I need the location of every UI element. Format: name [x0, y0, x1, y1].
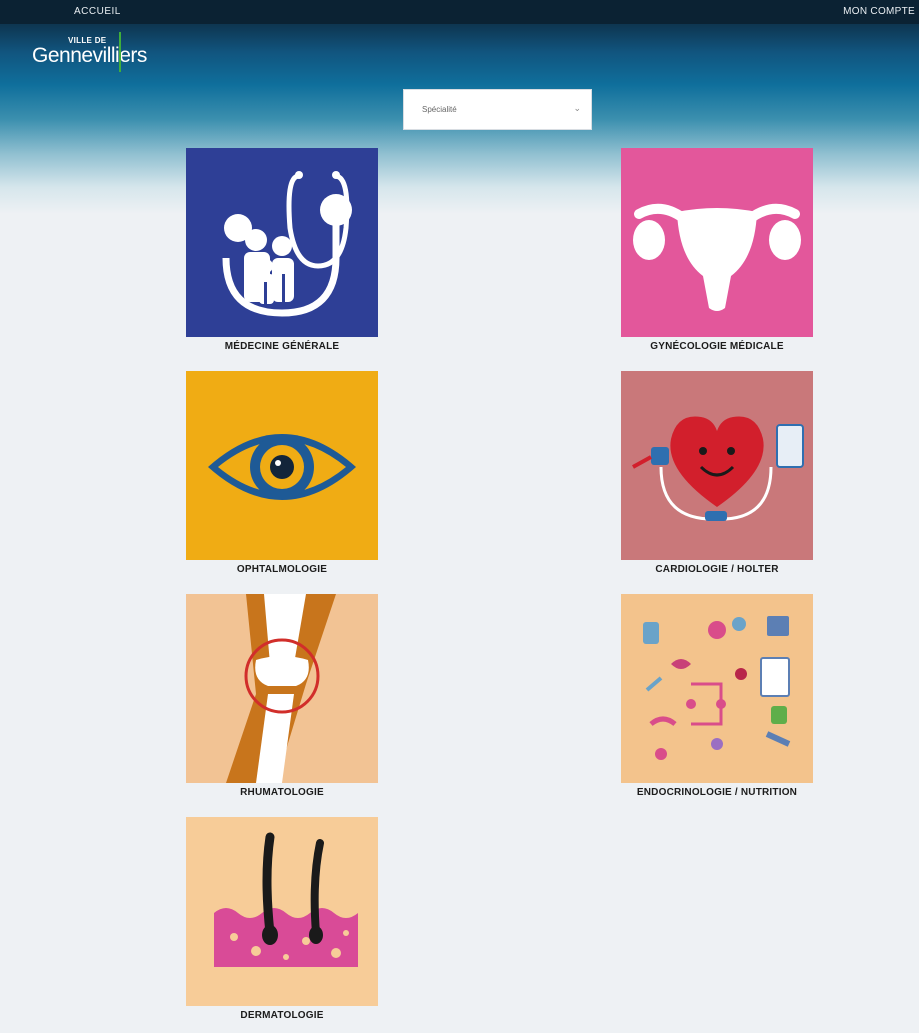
home-link[interactable]: ACCUEIL	[74, 6, 121, 17]
account-link[interactable]: MON COMPTE	[843, 6, 915, 17]
specialty-select[interactable]: Spécialité ⌄	[403, 89, 592, 130]
specialty-label: DERMATOLOGIE	[240, 1010, 324, 1021]
specialty-label: MÉDECINE GÉNÉRALE	[224, 341, 340, 352]
uterus-icon	[621, 148, 813, 337]
specialty-select-value: Spécialité	[422, 105, 457, 114]
chevron-down-icon: ⌄	[573, 103, 581, 113]
specialty-label: ENDOCRINOLOGIE / NUTRITION	[636, 787, 798, 798]
specialty-label: OPHTALMOLOGIE	[236, 564, 328, 575]
skin-hair-icon	[186, 817, 378, 1006]
city-logo[interactable]: VILLE DE Gennevilliers	[32, 30, 162, 78]
specialty-label: GYNÉCOLOGIE MÉDICALE	[650, 341, 784, 352]
top-navigation-bar: ACCUEIL MON COMPTE	[0, 0, 919, 24]
endocrine-system-icon	[621, 594, 813, 783]
knee-joint-icon	[186, 594, 378, 783]
logo-mark-icon	[119, 32, 121, 72]
specialty-label: CARDIOLOGIE / HOLTER	[655, 564, 779, 575]
eye-icon	[186, 371, 378, 560]
heart-monitor-icon	[621, 371, 813, 560]
family-stethoscope-icon	[186, 148, 378, 337]
logo-big-text: Gennevilliers	[32, 44, 147, 67]
specialty-label: RHUMATOLOGIE	[240, 787, 324, 798]
